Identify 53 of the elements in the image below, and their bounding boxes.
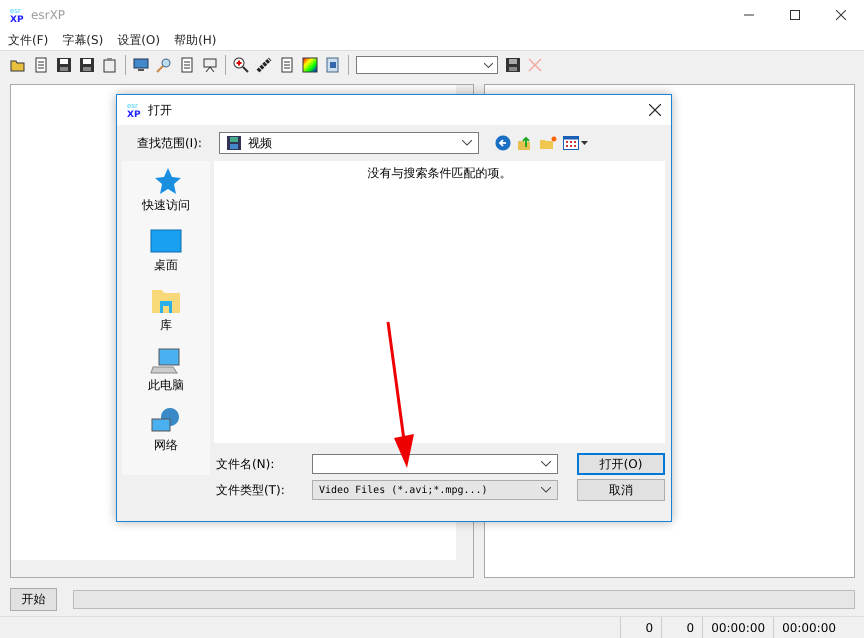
notepad-icon[interactable]: [279, 57, 295, 73]
start-button[interactable]: 开始: [10, 588, 57, 610]
empty-message: 没有与搜索条件匹配的项。: [368, 165, 512, 179]
chevron-down-icon: [541, 487, 551, 493]
text-document-icon[interactable]: [325, 57, 341, 73]
window-title: esrXP: [31, 8, 66, 22]
new-folder-icon[interactable]: [539, 135, 557, 151]
cancel-button[interactable]: 取消: [577, 479, 665, 501]
file-type-dropdown[interactable]: Video Files (*.avi;*.mpg...): [312, 480, 558, 500]
look-in-dropdown[interactable]: 视频: [219, 132, 479, 154]
magnifier-icon[interactable]: [156, 57, 172, 73]
dropdown-field[interactable]: [356, 56, 498, 74]
menu-item[interactable]: 字幕(S): [62, 32, 104, 48]
place-item[interactable]: 网络: [150, 407, 182, 454]
menu-item[interactable]: 设置(O): [117, 32, 160, 48]
status-cell: 0: [620, 617, 662, 638]
look-in-label: 查找范围(I):: [137, 134, 203, 152]
close-icon[interactable]: [649, 104, 661, 116]
monitor-icon[interactable]: [133, 57, 149, 73]
folder-icon: [150, 287, 182, 315]
computer-icon: [150, 347, 182, 375]
dialog-title: 打开: [148, 102, 172, 118]
folder-up-icon[interactable]: [517, 135, 533, 151]
chevron-down-icon: [484, 62, 493, 68]
rainbow-icon[interactable]: [302, 57, 318, 73]
open-button[interactable]: 打开(O): [577, 453, 665, 475]
menu-item[interactable]: 文件(F): [8, 32, 48, 48]
file-type-label: 文件类型(T):: [215, 482, 286, 498]
place-item[interactable]: 快速访问: [142, 167, 190, 214]
diagonal-line-icon[interactable]: [256, 57, 272, 73]
file-name-label: 文件名(N):: [215, 456, 276, 472]
zoom-in-icon[interactable]: [233, 57, 249, 73]
view-menu-icon[interactable]: [563, 136, 589, 150]
file-name-field[interactable]: [312, 454, 558, 474]
place-item[interactable]: 桌面: [150, 227, 182, 274]
clipboard-icon[interactable]: [102, 57, 118, 73]
place-item[interactable]: 此电脑: [148, 347, 184, 394]
close-icon[interactable]: [836, 10, 846, 20]
menu-item[interactable]: 帮助(H): [174, 32, 216, 48]
look-in-value: 视频: [248, 134, 272, 152]
maximize-icon[interactable]: [790, 10, 800, 20]
chevron-down-icon: [462, 140, 472, 146]
document-icon[interactable]: [179, 57, 195, 73]
projector-icon[interactable]: [202, 57, 218, 73]
status-cell: 0: [661, 617, 702, 638]
status-cell: 00:00:00: [702, 617, 774, 638]
chevron-down-icon: [541, 461, 551, 467]
film-folder-icon: [226, 135, 242, 151]
desktop-icon: [150, 227, 182, 255]
status-cell: 00:00:00: [773, 617, 844, 638]
horizontal-scrollbar[interactable]: [11, 560, 473, 577]
document-icon[interactable]: [33, 57, 49, 73]
place-item[interactable]: 库: [150, 287, 182, 334]
